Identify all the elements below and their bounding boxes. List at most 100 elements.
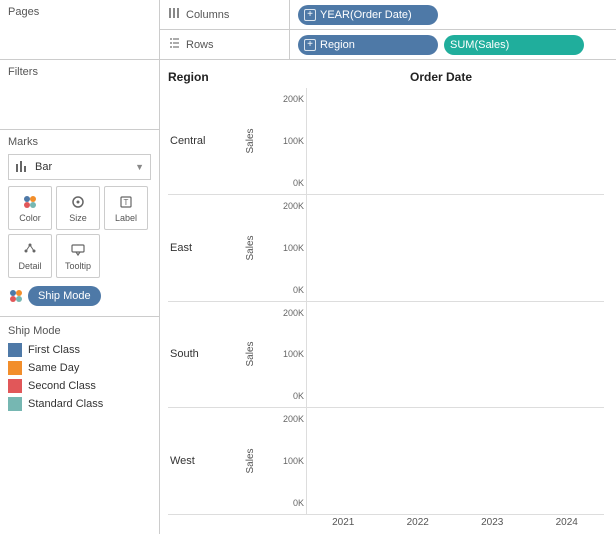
mark-type-select[interactable]: Bar ▼: [8, 154, 151, 180]
y-axis-title: Sales: [238, 302, 278, 408]
chart-row: EastSales200K100K0K: [168, 195, 604, 302]
expand-icon[interactable]: +: [304, 9, 316, 21]
legend-items: First Class Same Day Second Class Standard …: [8, 343, 151, 411]
sidebar: Pages Filters Marks Bar ▼ Color Size T Labe…: [0, 0, 160, 534]
col-field-header: Order Date: [278, 70, 604, 84]
y-tick: 100K: [278, 349, 304, 359]
tooltip-btn-icon: [70, 242, 86, 258]
y-tick: 100K: [278, 136, 304, 146]
rows-shelf-label: Rows: [160, 30, 290, 59]
bar-column: [532, 414, 600, 508]
legend-swatch: [8, 343, 22, 357]
legend-swatch: [8, 361, 22, 375]
marks-title: Marks: [8, 136, 151, 148]
size-btn-label: Size: [69, 213, 87, 223]
x-tick: 2021: [306, 517, 381, 528]
label-btn-icon: T: [118, 194, 134, 210]
region-label: Central: [168, 88, 238, 194]
mark-type-label: Bar: [35, 161, 52, 173]
color-btn[interactable]: Color: [8, 186, 52, 230]
region-label: South: [168, 302, 238, 408]
y-tick: 0K: [278, 498, 304, 508]
columns-label-text: Columns: [186, 9, 229, 21]
bar-column: [385, 308, 453, 402]
chart-row: WestSales200K100K0K: [168, 408, 604, 515]
y-axis-title: Sales: [238, 408, 278, 514]
label-btn[interactable]: T Label: [104, 186, 148, 230]
row-bars: [306, 408, 604, 514]
y-axis-ticks: 200K 100K 0K: [278, 408, 306, 514]
chart-row: CentralSales200K100K0K: [168, 88, 604, 195]
bar-chart-icon: [15, 160, 29, 175]
filters-panel[interactable]: Filters: [0, 60, 159, 130]
label-btn-label: Label: [115, 213, 137, 223]
color-encoding-pill[interactable]: Ship Mode: [28, 286, 101, 306]
legend-item[interactable]: Same Day: [8, 361, 151, 375]
columns-shelf-label: Columns: [160, 0, 290, 29]
pill-label: Region: [320, 39, 355, 51]
bar-column: [311, 308, 379, 402]
legend-item[interactable]: Standard Class: [8, 397, 151, 411]
bar-column: [458, 94, 526, 188]
legend-label: Second Class: [28, 380, 96, 392]
bar-column: [385, 414, 453, 508]
detail-btn-label: Detail: [18, 261, 41, 271]
y-tick: 200K: [278, 201, 304, 211]
detail-btn-icon: [22, 242, 38, 258]
bar-column: [532, 94, 600, 188]
row-bars: [306, 302, 604, 408]
y-tick: 200K: [278, 414, 304, 424]
size-btn[interactable]: Size: [56, 186, 100, 230]
expand-icon[interactable]: +: [304, 39, 316, 51]
bar-column: [311, 201, 379, 295]
legend-swatch: [8, 397, 22, 411]
legend-item[interactable]: First Class: [8, 343, 151, 357]
filters-title: Filters: [8, 66, 151, 78]
y-tick: 200K: [278, 94, 304, 104]
bar-column: [385, 94, 453, 188]
pages-title: Pages: [8, 6, 151, 18]
bar-column: [532, 201, 600, 295]
pill-label: YEAR(Order Date): [320, 9, 412, 21]
columns-pills[interactable]: + YEAR(Order Date): [290, 5, 616, 25]
tooltip-btn[interactable]: Tooltip: [56, 234, 100, 278]
row-field-header: Region: [168, 70, 278, 84]
bar-column: [532, 308, 600, 402]
rows-pills[interactable]: + Region SUM(Sales): [290, 35, 616, 55]
y-tick: 0K: [278, 391, 304, 401]
legend-title: Ship Mode: [8, 325, 151, 337]
chart-row: SouthSales200K100K0K: [168, 302, 604, 409]
bar-column: [311, 414, 379, 508]
legend-item[interactable]: Second Class: [8, 379, 151, 393]
legend-label: Standard Class: [28, 398, 103, 410]
legend-label: First Class: [28, 344, 80, 356]
detail-btn[interactable]: Detail: [8, 234, 52, 278]
bar-column: [311, 94, 379, 188]
columns-shelf[interactable]: Columns + YEAR(Order Date): [160, 0, 616, 30]
tooltip-btn-label: Tooltip: [65, 261, 91, 271]
legend-swatch: [8, 379, 22, 393]
x-axis-labels: 2021202220232024: [306, 517, 604, 528]
color-dots-icon: [8, 288, 24, 304]
bar-column: [458, 414, 526, 508]
rows-shelf[interactable]: Rows + Region SUM(Sales): [160, 30, 616, 60]
row-bars: [306, 195, 604, 301]
shelf-pill[interactable]: + Region: [298, 35, 438, 55]
color-encoding-row[interactable]: Ship Mode: [8, 286, 151, 306]
legend-label: Same Day: [28, 362, 79, 374]
y-axis-ticks: 200K100K0K: [278, 88, 306, 194]
svg-text:T: T: [124, 198, 129, 207]
y-axis-title: Sales: [238, 88, 278, 194]
shelf-pill[interactable]: SUM(Sales): [444, 35, 584, 55]
y-tick: 100K: [278, 456, 304, 466]
pages-panel[interactable]: Pages: [0, 0, 159, 60]
region-label: East: [168, 195, 238, 301]
shelf-pill[interactable]: + YEAR(Order Date): [298, 5, 438, 25]
color-btn-label: Color: [19, 213, 41, 223]
x-tick: 2023: [455, 517, 530, 528]
app-root: Pages Filters Marks Bar ▼ Color Size T Labe…: [0, 0, 616, 534]
rows-icon: [168, 37, 180, 52]
bar-column: [385, 201, 453, 295]
main-area: Columns + YEAR(Order Date) Rows + Region SU…: [160, 0, 616, 534]
viz-area[interactable]: Region Order Date CentralSales200K100K0K…: [160, 60, 616, 534]
